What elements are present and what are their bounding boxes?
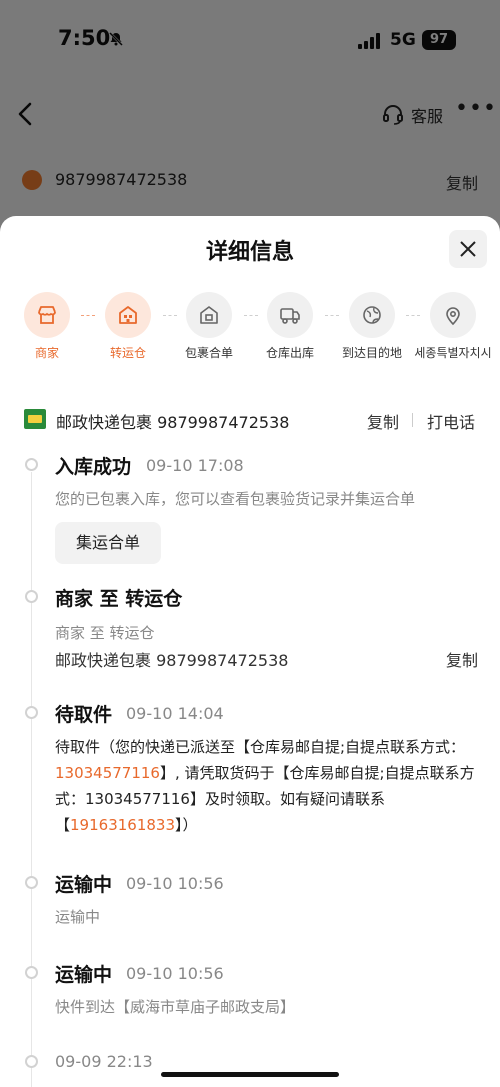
phone-link[interactable]: 13034577116	[55, 764, 160, 782]
timeline-dot	[25, 1055, 38, 1068]
close-button[interactable]	[449, 230, 487, 268]
close-icon	[460, 241, 476, 257]
timeline-dot	[25, 590, 38, 603]
step-arrived: 到达目的地	[332, 292, 412, 360]
timeline-line	[31, 472, 32, 1087]
phone-link[interactable]: 19163161833	[70, 816, 175, 834]
store-icon	[24, 292, 70, 338]
consolidate-order-button[interactable]: 集运合单	[55, 522, 161, 564]
timeline-dot	[25, 458, 38, 471]
event-time: 09-10 14:04	[126, 704, 224, 723]
event-title: 运输中	[55, 874, 113, 896]
event-message: 待取件（您的快递已派送至【仓库易邮自提;自提点联系方式： 13034577116 】…	[55, 734, 475, 838]
merge-package-icon	[186, 292, 232, 338]
step-warehouse: 转运仓	[88, 292, 168, 360]
step-label: 商家	[34, 346, 59, 360]
event-time: 09-10 10:56	[126, 964, 224, 983]
warehouse-icon	[105, 292, 151, 338]
step-outbound: 仓库出库	[250, 292, 330, 360]
call-button[interactable]: 打电话	[427, 409, 475, 433]
event-time: 09-09 22:13	[55, 1052, 153, 1071]
event-title: 运输中	[55, 964, 113, 986]
event-time: 09-10 10:56	[126, 874, 224, 893]
copy-parcel-button[interactable]: 复制	[446, 647, 478, 671]
sheet-title: 详细信息	[205, 240, 294, 265]
event-desc: 快件到达【威海市草庙子邮政支局】	[55, 998, 296, 1016]
detail-sheet: 详细信息 商家 转运仓 包裹合单 仓库出库 到达目的地 세종특별자치시 邮政快递…	[0, 216, 500, 1087]
event-desc: 商家 至 转运仓	[55, 624, 155, 642]
truck-icon	[267, 292, 313, 338]
step-merchant: 商家	[7, 292, 87, 360]
step-destination: 세종특별자치시	[413, 292, 493, 360]
step-label: 仓库出库	[265, 346, 314, 360]
divider	[412, 413, 413, 427]
message-text: 】）	[175, 816, 198, 834]
event-parcel: 邮政快递包裹 9879987472538	[55, 651, 289, 670]
timeline-dot	[25, 966, 38, 979]
copy-tracking-button[interactable]: 复制	[367, 409, 399, 433]
event-title: 入库成功	[55, 456, 132, 478]
timeline-dot	[25, 706, 38, 719]
step-label: 转运仓	[109, 346, 146, 360]
step-merge: 包裹合单	[169, 292, 249, 360]
event-desc: 运输中	[55, 908, 101, 926]
event-desc: 您的已包裹入库，您可以查看包裹验货记录并集运合单	[55, 490, 416, 508]
message-text: 待取件（您的快递已派送至【仓库易邮自提;自提点联系方式：	[55, 738, 466, 756]
event-title: 商家 至 转运仓	[55, 588, 183, 610]
event-title: 待取件	[55, 704, 113, 726]
china-post-logo-icon	[24, 409, 46, 429]
timeline-dot	[25, 876, 38, 889]
step-label: 세종특별자치시	[414, 346, 492, 360]
home-indicator[interactable]	[161, 1072, 339, 1077]
globe-icon	[349, 292, 395, 338]
location-pin-icon	[430, 292, 476, 338]
step-label: 包裹合单	[184, 346, 233, 360]
event-time: 09-10 17:08	[146, 456, 244, 475]
step-label: 到达目的地	[341, 346, 402, 360]
carrier-tracking-text: 邮政快递包裹 9879987472538	[56, 413, 290, 432]
